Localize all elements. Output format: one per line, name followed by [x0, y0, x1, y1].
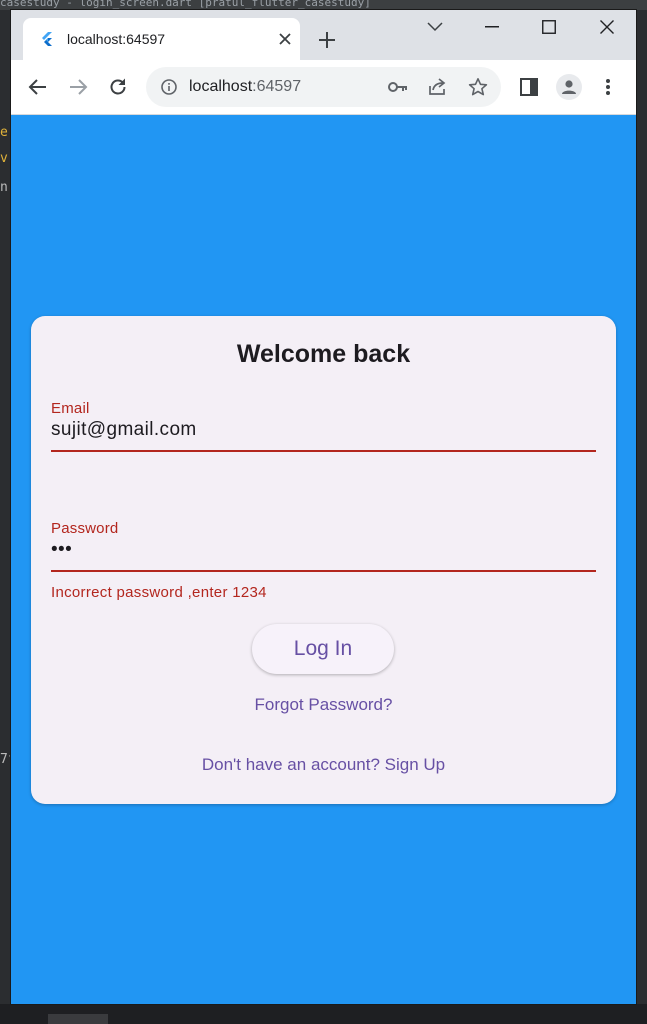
- signup-link[interactable]: Don't have an account? Sign Up: [31, 755, 616, 775]
- forward-arrow-icon[interactable]: [66, 75, 90, 99]
- email-field[interactable]: Email sujit@gmail.com: [51, 400, 596, 452]
- tab-title: localhost:64597: [67, 31, 166, 47]
- ide-title-text: casestudy - login_screen.dart [pratul_fl…: [0, 0, 371, 9]
- ide-fragment: v: [0, 151, 8, 166]
- profile-icon[interactable]: [556, 74, 582, 100]
- ide-right-edge: [636, 10, 647, 1024]
- ide-title-strip: casestudy - login_screen.dart [pratul_fl…: [0, 0, 647, 10]
- flutter-favicon: [39, 31, 55, 47]
- tab-strip: localhost:64597: [11, 10, 636, 60]
- window-close-icon[interactable]: [590, 14, 624, 40]
- email-underline: [51, 450, 596, 452]
- more-vert-icon[interactable]: [596, 75, 620, 99]
- page-title: Welcome back: [236, 340, 411, 368]
- minimize-icon[interactable]: [475, 14, 509, 40]
- login-card: Welcome back Email sujit@gmail.com Passw…: [31, 316, 616, 804]
- forgot-password-link[interactable]: Forgot Password?: [31, 695, 616, 715]
- password-underline: [51, 570, 596, 572]
- close-icon[interactable]: [276, 30, 294, 48]
- browser-toolbar: localhost:64597: [11, 60, 636, 115]
- ide-fragment: n: [0, 180, 8, 195]
- password-error-text: Incorrect password ,enter 1234: [51, 584, 267, 601]
- ide-left-edge: e v n 7f: [0, 10, 16, 1024]
- chevron-down-icon[interactable]: [418, 14, 452, 40]
- share-icon[interactable]: [428, 77, 448, 97]
- side-panel-icon[interactable]: [517, 75, 541, 99]
- email-label: Email: [51, 400, 90, 417]
- maximize-icon[interactable]: [532, 14, 566, 40]
- url-port: :64597: [252, 78, 302, 95]
- browser-tab[interactable]: localhost:64597: [23, 18, 300, 60]
- email-value[interactable]: sujit@gmail.com: [51, 419, 596, 441]
- reload-icon[interactable]: [106, 75, 130, 99]
- info-icon[interactable]: [160, 78, 178, 96]
- password-label: Password: [51, 520, 119, 537]
- browser-window: localhost:64597 localhost:64597 Welcome …: [11, 10, 636, 1004]
- ide-bottom-bar: [0, 1004, 647, 1024]
- address-bar[interactable]: localhost:64597: [146, 67, 501, 107]
- password-field[interactable]: Password •••: [51, 520, 596, 572]
- star-icon[interactable]: [468, 77, 488, 97]
- password-value[interactable]: •••: [51, 539, 596, 561]
- page-viewport: Welcome back Email sujit@gmail.com Passw…: [11, 115, 636, 1004]
- back-arrow-icon[interactable]: [26, 75, 50, 99]
- key-icon[interactable]: [388, 77, 408, 97]
- url-host: localhost: [189, 78, 253, 95]
- login-button[interactable]: Log In: [252, 624, 394, 674]
- plus-icon[interactable]: [316, 29, 338, 51]
- ide-fragment: e: [0, 125, 8, 140]
- url-text: localhost:64597: [189, 78, 301, 96]
